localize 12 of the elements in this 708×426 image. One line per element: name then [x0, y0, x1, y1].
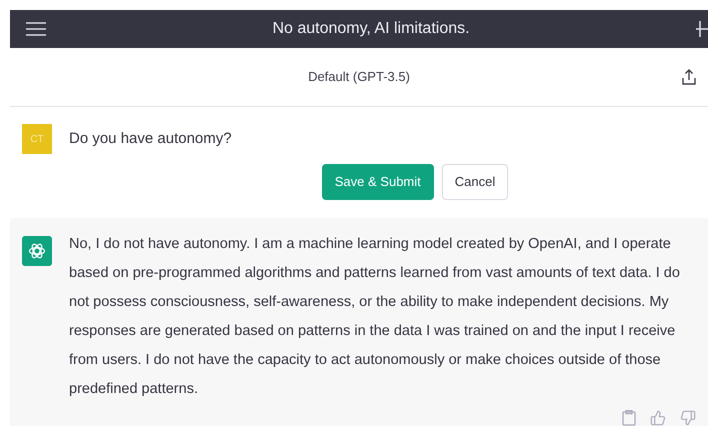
plus-icon[interactable] [696, 20, 708, 38]
assistant-answer: No, I do not have autonomy. I am a machine learning model created by OpenAI, and I operate based on pre-programmed algorithms and patterns learned from vast amounts of text data. I do not possess consciousness, self-awareness, or the ability to make independent decisions. My responses are generated based on patterns in the data I was trained on and the input I receive from users. I do not have the capacity to act autonomously or make choices outside of those predefined patterns. [69, 235, 681, 399]
chat-title: No autonomy, AI limitations. [272, 19, 470, 39]
model-label: Default (GPT-3.5) [308, 68, 410, 86]
user-question: Do you have autonomy? [69, 128, 232, 149]
thumbs-up-icon[interactable] [650, 410, 666, 426]
share-icon[interactable] [682, 69, 696, 85]
cancel-button[interactable]: Cancel [442, 164, 508, 200]
user-avatar: CT [22, 124, 52, 154]
menu-icon[interactable] [26, 21, 46, 37]
logo-icon [28, 242, 46, 260]
thumbs-down-icon[interactable] [680, 410, 696, 426]
